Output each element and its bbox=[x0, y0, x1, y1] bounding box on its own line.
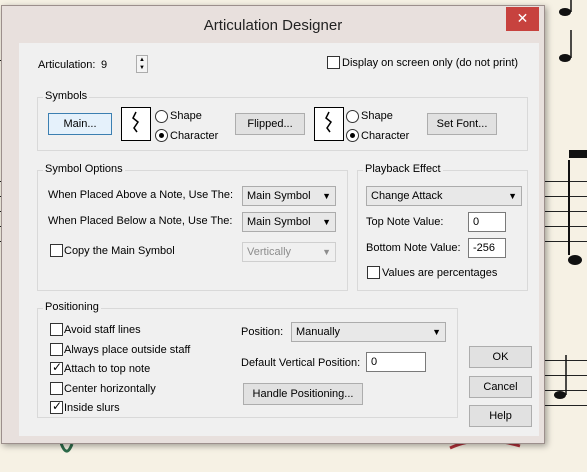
attach-top-label: Attach to top note bbox=[64, 363, 151, 375]
playback-effect-value: Change Attack bbox=[371, 190, 443, 202]
inside-slurs-label: Inside slurs bbox=[64, 402, 120, 414]
main-character-radio[interactable] bbox=[155, 129, 168, 142]
articulation-number: 9 bbox=[101, 59, 108, 71]
top-note-field[interactable]: 0 bbox=[468, 212, 506, 232]
close-button[interactable]: ✕ bbox=[506, 7, 539, 31]
handle-positioning-button[interactable]: Handle Positioning... bbox=[243, 383, 363, 405]
ok-button[interactable]: OK bbox=[469, 346, 532, 368]
symbols-group: Symbols Main... Shape Character Flipped.… bbox=[37, 90, 528, 151]
spinner-down-icon[interactable]: ▼ bbox=[137, 64, 147, 72]
set-font-button[interactable]: Set Font... bbox=[427, 113, 497, 135]
default-vertical-field[interactable]: 0 bbox=[366, 352, 426, 372]
cancel-button[interactable]: Cancel bbox=[469, 376, 532, 398]
symbol-options-group: Symbol Options When Placed Above a Note,… bbox=[37, 163, 348, 291]
flipped-character-radio[interactable] bbox=[346, 129, 359, 142]
center-horizontally-label: Center horizontally bbox=[64, 383, 156, 395]
positioning-group: Positioning Avoid staff lines Always pla… bbox=[37, 301, 458, 418]
below-note-value: Main Symbol bbox=[247, 216, 311, 228]
spinner-up-icon[interactable]: ▲ bbox=[137, 56, 147, 64]
main-symbol-button[interactable]: Main... bbox=[48, 113, 112, 135]
playback-effect-select[interactable]: Change Attack ▼ bbox=[366, 186, 522, 206]
top-note-label: Top Note Value: bbox=[366, 216, 444, 228]
outside-staff-label: Always place outside staff bbox=[64, 344, 191, 356]
above-note-label: When Placed Above a Note, Use The: bbox=[48, 189, 234, 201]
copy-direction-select: Vertically ▼ bbox=[242, 242, 336, 262]
playback-effect-group: Playback Effect Change Attack ▼ Top Note… bbox=[357, 163, 528, 291]
inside-slurs-checkbox[interactable] bbox=[50, 399, 63, 414]
positioning-title: Positioning bbox=[43, 301, 101, 313]
flipped-symbol-button[interactable]: Flipped... bbox=[235, 113, 305, 135]
above-note-select[interactable]: Main Symbol ▼ bbox=[242, 186, 336, 206]
flipped-shape-label: Shape bbox=[361, 110, 393, 122]
below-note-select[interactable]: Main Symbol ▼ bbox=[242, 212, 336, 232]
position-value: Manually bbox=[296, 326, 341, 338]
articulation-spinner[interactable]: ▲ ▼ bbox=[136, 55, 148, 73]
flipped-symbol-glyph-icon bbox=[325, 111, 333, 133]
position-label: Position: bbox=[241, 326, 284, 338]
bottom-note-field[interactable]: -256 bbox=[468, 238, 506, 258]
flipped-symbol-preview bbox=[314, 107, 344, 141]
values-percentages-checkbox[interactable] bbox=[367, 266, 380, 279]
attach-top-checkbox[interactable] bbox=[50, 360, 63, 375]
values-percentages-label: Values are percentages bbox=[382, 267, 498, 279]
display-screen-only-label: Display on screen only (do not print) bbox=[342, 57, 519, 69]
chevron-down-icon: ▼ bbox=[432, 327, 441, 337]
outside-staff-checkbox[interactable] bbox=[50, 343, 63, 356]
copy-direction-value: Vertically bbox=[247, 246, 292, 258]
main-shape-radio[interactable] bbox=[155, 110, 168, 123]
display-screen-only-checkbox[interactable] bbox=[327, 56, 340, 69]
symbol-options-title: Symbol Options bbox=[43, 163, 125, 175]
main-character-label: Character bbox=[170, 130, 219, 142]
window-title: Articulation Designer bbox=[203, 17, 343, 34]
dialog-body: Articulation: 9 ▲ ▼ Display on screen on… bbox=[19, 43, 539, 436]
articulation-label: Articulation: bbox=[38, 59, 96, 71]
avoid-staff-checkbox[interactable] bbox=[50, 323, 63, 336]
chevron-down-icon: ▼ bbox=[322, 217, 331, 227]
symbols-group-title: Symbols bbox=[43, 90, 90, 102]
copy-main-symbol-checkbox[interactable] bbox=[50, 244, 63, 257]
main-symbol-glyph-icon bbox=[132, 111, 140, 133]
score-decoration bbox=[60, 440, 521, 453]
chevron-down-icon: ▼ bbox=[508, 191, 517, 201]
above-note-value: Main Symbol bbox=[247, 190, 311, 202]
chevron-down-icon: ▼ bbox=[322, 191, 331, 201]
flipped-shape-radio[interactable] bbox=[346, 110, 359, 123]
articulation-designer-dialog: Articulation Designer ✕ Articulation: 9 … bbox=[1, 5, 545, 444]
main-symbol-preview bbox=[121, 107, 151, 141]
flipped-character-label: Character bbox=[361, 130, 410, 142]
center-horizontally-checkbox[interactable] bbox=[50, 382, 63, 395]
playback-effect-title: Playback Effect bbox=[363, 163, 443, 175]
bottom-note-label: Bottom Note Value: bbox=[366, 242, 461, 254]
main-shape-label: Shape bbox=[170, 110, 202, 122]
music-notes-graphic bbox=[554, 0, 587, 399]
chevron-down-icon: ▼ bbox=[322, 247, 331, 257]
default-vertical-label: Default Vertical Position: bbox=[241, 357, 361, 369]
title-bar: Articulation Designer ✕ bbox=[2, 6, 544, 42]
avoid-staff-label: Avoid staff lines bbox=[64, 324, 141, 336]
below-note-label: When Placed Below a Note, Use The: bbox=[48, 215, 233, 227]
copy-main-symbol-label: Copy the Main Symbol bbox=[64, 245, 175, 257]
help-button[interactable]: Help bbox=[469, 405, 532, 427]
position-select[interactable]: Manually ▼ bbox=[291, 322, 446, 342]
